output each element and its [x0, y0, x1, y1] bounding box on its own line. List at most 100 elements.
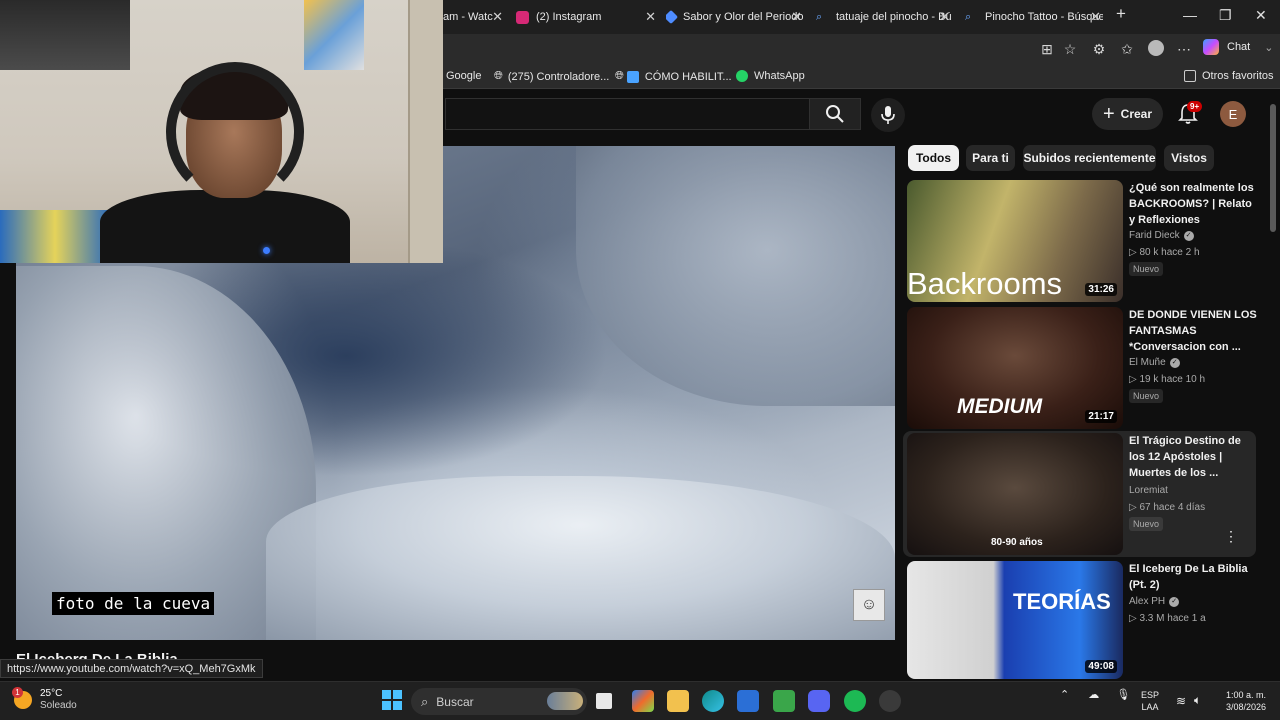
upload-age: hace 4 días [1153, 502, 1206, 513]
new-tab-plus-icon[interactable]: + [1116, 4, 1126, 24]
bookmark-controladores[interactable]: 🌐︎ (275) Controladore... [494, 70, 609, 83]
recommendation-channel[interactable]: Farid Dieck ✓ [1129, 230, 1194, 241]
close-icon[interactable]: ✕ [492, 9, 503, 25]
file-explorer-icon[interactable] [667, 690, 689, 712]
close-icon[interactable]: ✕ [791, 9, 802, 25]
thumbnail-text: TEORÍAS [1013, 589, 1111, 614]
video-thumbnail[interactable]: Backrooms 31:26 [907, 180, 1123, 302]
bookmark-como-habilit[interactable]: 🌐︎ CÓMO HABILIT... [615, 70, 732, 83]
bookmark-label: CÓMO HABILIT... [644, 70, 732, 83]
chip-todos[interactable]: Todos [908, 145, 959, 171]
weather-desc: Soleado [40, 700, 77, 711]
chevron-up-icon[interactable]: ⌃ [1060, 689, 1069, 701]
video-frame [576, 146, 895, 406]
scrollbar-thumb[interactable] [1270, 104, 1276, 232]
clock[interactable]: 1:00 a. m. 3/08/2026 [1216, 689, 1266, 713]
more-icon[interactable]: ⋯ [1175, 40, 1193, 58]
weather-widget[interactable]: 1 25°C Soleado [12, 687, 77, 712]
thumbnail-text: Backrooms [907, 266, 1063, 301]
search-button[interactable] [809, 98, 861, 130]
verified-icon: ✓ [1183, 230, 1194, 241]
tab-instagram[interactable]: (2) Instagram ✕ [516, 4, 658, 30]
language-indicator[interactable]: ESP LAA [1141, 689, 1159, 713]
create-button[interactable]: + Crear [1092, 98, 1163, 130]
recommendation-channel[interactable]: El Muñe ✓ [1129, 357, 1180, 368]
edge-icon[interactable] [702, 690, 724, 712]
chip-subidos-recientemente[interactable]: Subidos recientemente [1023, 145, 1156, 171]
new-badge: Nuevo [1129, 262, 1164, 276]
windows-start-icon[interactable] [382, 690, 404, 712]
recommendation-meta: ▷ 80 k hace 2 h [1129, 247, 1200, 258]
recommendation-title[interactable]: El Iceberg De La Biblia (Pt. 2) [1129, 561, 1257, 593]
star-icon[interactable]: ☆ [1061, 40, 1079, 58]
recommendation-title[interactable]: ¿Qué son realmente los BACKROOMS? | Rela… [1129, 180, 1257, 228]
minimize-icon[interactable]: — [1183, 7, 1197, 23]
tab-sabor-olor[interactable]: Sabor y Olor del Periodo ✕ [666, 4, 804, 30]
maximize-icon[interactable]: ❐ [1219, 7, 1232, 24]
search-icon: ⌕ [421, 693, 429, 709]
video-thumbnail[interactable]: MEDIUM 21:17 [907, 307, 1123, 429]
recommendation-item[interactable]: TEORÍAS 49:08 El Iceberg De La Biblia (P… [907, 561, 1263, 679]
recommendation-title[interactable]: DE DONDE VIENEN LOS FANTASMAS *Conversac… [1129, 307, 1257, 355]
recommendation-item[interactable]: Backrooms 31:26 ¿Qué son realmente los B… [907, 180, 1263, 302]
tab-pinocho-tattoo[interactable]: ⌕ Pinocho Tattoo - Búsque ✕ [965, 4, 1103, 30]
taskbar-search[interactable]: ⌕ Buscar [411, 688, 587, 715]
extensions-icon[interactable]: ⚙ [1090, 40, 1108, 58]
view-count: 80 k [1139, 247, 1159, 258]
new-badge: Nuevo [1129, 389, 1164, 403]
video-thumbnail[interactable]: 80-90 años [907, 433, 1123, 555]
discord-icon[interactable] [808, 690, 830, 712]
chip-para-ti[interactable]: Para ti [966, 145, 1015, 171]
recommendation-title[interactable]: El Trágico Destino de los 12 Apóstoles |… [1129, 433, 1257, 481]
other-favorites[interactable]: Otros favoritos [1184, 70, 1274, 82]
tab-tatuaje-pinocho[interactable]: ⌕ tatuaje del pinocho - Bú ✕ [816, 4, 952, 30]
copilot-chat-button[interactable]: Chat ⌄ [1203, 39, 1273, 55]
address-bar[interactable] [445, 37, 1030, 61]
close-icon[interactable]: ✕ [1090, 9, 1101, 25]
recommendation-item[interactable]: MEDIUM 21:17 DE DONDE VIENEN LOS FANTASM… [907, 307, 1263, 429]
video-caption: foto de la cueva [52, 592, 215, 615]
search-input[interactable] [445, 98, 809, 130]
bookmark-whatsapp[interactable]: WhatsApp [736, 70, 805, 82]
more-options-icon[interactable]: ⋮ [1224, 529, 1238, 543]
voice-search-button[interactable] [871, 98, 905, 132]
channel-watermark-icon[interactable]: ☺ [853, 589, 885, 621]
close-window-icon[interactable]: ✕ [1255, 7, 1267, 24]
new-badge: Nuevo [1129, 517, 1164, 531]
office-icon[interactable] [632, 690, 654, 712]
page-icon [626, 70, 639, 83]
tab-youtube[interactable]: am - Watc ✕ [443, 4, 505, 30]
copilot-icon [1203, 39, 1219, 55]
chevron-down-icon[interactable]: ⌄ [1264, 41, 1273, 54]
recommendation-meta: ▷ 67 hace 4 días [1129, 502, 1205, 513]
task-view-icon[interactable] [596, 693, 612, 709]
spotify-icon[interactable] [844, 690, 866, 712]
volume-icon[interactable]: 🔈︎ [1194, 693, 1201, 708]
close-icon[interactable]: ✕ [939, 9, 950, 25]
store-icon[interactable] [737, 690, 759, 712]
bookmark-google[interactable]: Google [446, 70, 481, 82]
recommendation-item-hovered[interactable]: 80-90 años El Trágico Destino de los 12 … [903, 431, 1256, 557]
apps-icon[interactable]: ⊞ [1038, 40, 1056, 58]
video-thumbnail[interactable]: TEORÍAS 49:08 [907, 561, 1123, 679]
chip-vistos[interactable]: Vistos [1164, 145, 1214, 171]
app-icon[interactable] [879, 690, 901, 712]
create-label: Crear [1120, 107, 1153, 121]
minecraft-icon[interactable] [773, 690, 795, 712]
favorites-icon[interactable]: ✩ [1118, 40, 1136, 58]
network-tray-icon[interactable]: ☁ [1088, 689, 1099, 701]
notification-badge: 9+ [1187, 101, 1203, 112]
recommendation-channel[interactable]: Alex PH ✓ [1129, 596, 1180, 607]
microphone-icon[interactable]: 🎙︎ [1116, 689, 1130, 701]
recommendation-channel[interactable]: Loremiat [1129, 485, 1168, 496]
close-icon[interactable]: ✕ [645, 9, 656, 25]
wifi-icon[interactable]: ≋ [1176, 694, 1186, 708]
duration-badge: 31:26 [1085, 283, 1117, 296]
instagram-icon [516, 10, 529, 24]
webcam-background [0, 0, 130, 70]
avatar[interactable]: E [1220, 101, 1246, 127]
status-url: https://www.youtube.com/watch?v=xQ_Meh7G… [0, 659, 263, 678]
duration-badge: 49:08 [1085, 660, 1117, 673]
profile-icon[interactable] [1147, 40, 1165, 58]
webcam-background [304, 0, 364, 70]
